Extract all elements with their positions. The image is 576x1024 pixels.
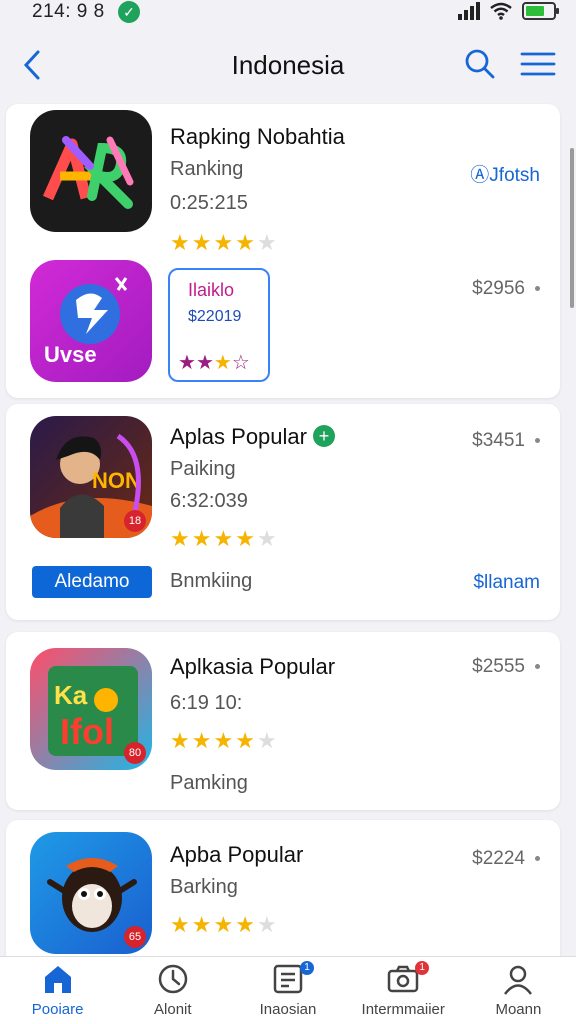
star-rating: ★ ★ ★ ★ ★: [170, 526, 277, 551]
app-name: Aplas Popular +: [170, 424, 335, 450]
mini-app-card[interactable]: Ilaiklo $22019 ★ ★ ★ ☆: [168, 268, 270, 382]
search-icon[interactable]: [462, 46, 498, 82]
copyright-icon: Ⓐ: [470, 165, 490, 186]
mini-card-price: $22019: [188, 308, 242, 325]
status-icons: [458, 2, 559, 20]
tab-home[interactable]: Pooiare: [0, 957, 115, 1024]
svg-text:Ka: Ka: [54, 680, 88, 710]
app-subcategory: Bnmkiing: [170, 570, 253, 592]
svg-text:NON: NON: [92, 468, 141, 493]
mini-card-title: Ilaiklo: [188, 280, 235, 300]
menu-icon[interactable]: [518, 46, 558, 82]
person-icon: [504, 965, 533, 995]
add-icon[interactable]: +: [312, 425, 335, 447]
signal-icon: [458, 2, 480, 20]
tab-clock[interactable]: Alonit: [115, 957, 230, 1024]
scrollbar[interactable]: [570, 148, 574, 308]
tab-bar: Pooiare Alonit 1 Inaosian 1 Intermmaiier…: [0, 956, 576, 1024]
wifi-icon: [490, 2, 512, 20]
app-category: Barking: [170, 876, 238, 898]
svg-text:Ifol: Ifol: [60, 711, 114, 752]
app-price: $3451: [472, 430, 540, 452]
game-character-icon: NON 18: [30, 416, 152, 538]
notification-badge: 1: [415, 961, 430, 975]
app-price: $2956: [472, 278, 540, 300]
app-name: Apba Popular: [170, 842, 304, 867]
app-time: 6:19 10:: [170, 692, 243, 714]
age-badge: 80: [124, 742, 146, 764]
app-time: 6:32:039: [170, 490, 248, 512]
app-time: 0:25:215: [170, 192, 248, 214]
app-name: Rapking Nobahtia: [170, 124, 345, 149]
star-rating: ★ ★ ★ ★ ★: [170, 728, 277, 753]
app-category: Paiking: [170, 458, 236, 480]
monkey-mascot-icon: 65: [30, 832, 152, 954]
age-badge: 65: [124, 926, 146, 948]
app-name: Aplkasia Popular: [170, 654, 336, 679]
app-link[interactable]: $llanam: [473, 572, 540, 594]
check-icon: ✓: [118, 1, 140, 23]
notification-badge: 1: [300, 961, 314, 975]
tab-list[interactable]: 1 Inaosian: [230, 957, 345, 1024]
app-category: Pamking: [170, 772, 248, 794]
clock-icon: [158, 964, 188, 994]
app-card-3[interactable]: Ka Ifol 80 Aplkasia Popular 6:19 10: ★ ★ ★…: [6, 632, 560, 810]
star-rating: ★ ★ ★ ★ ★: [170, 912, 277, 937]
star-rating: ★ ★ ★ ★ ★: [170, 230, 277, 255]
app-link[interactable]: ⒶJfotsh: [470, 160, 540, 187]
apk-logo-icon: [30, 110, 152, 232]
mini-star-rating: ★ ★ ★ ☆: [178, 352, 250, 374]
home-icon: [44, 966, 71, 993]
app-price: $2224: [472, 848, 540, 870]
category-chip[interactable]: Aledamo: [32, 566, 152, 598]
app-category: Ranking: [170, 158, 244, 180]
status-bar: 214: 9 8 ✓: [0, 0, 576, 26]
app-card-4[interactable]: 65 Apba Popular Barking ★ ★ ★ ★ ★ $2224: [6, 820, 560, 970]
battery-icon: [522, 2, 559, 20]
nav-bar: Indonesia: [0, 32, 576, 98]
tab-camera[interactable]: 1 Intermmaiier: [346, 957, 461, 1024]
app-price: $2555: [472, 656, 540, 678]
uvse-app-icon: Uvse: [30, 260, 152, 382]
app-card-1[interactable]: Rapking Nobahtia Ranking 0:25:215 ★ ★ ★ ★ ★ …: [6, 104, 560, 398]
tab-profile[interactable]: Moann: [461, 957, 576, 1024]
kanji-game-icon: Ka Ifol 80: [30, 648, 152, 770]
status-time: 214: 9 8: [32, 1, 105, 22]
age-badge: 18: [124, 510, 146, 532]
app-card-2[interactable]: NON 18 Aplas Popular + Paiking 6:32:039 ★…: [6, 404, 560, 620]
